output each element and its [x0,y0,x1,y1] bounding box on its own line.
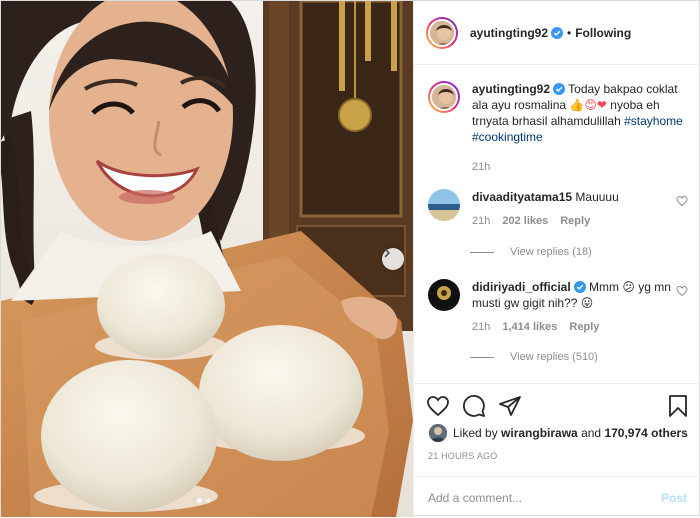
comment-input[interactable] [428,490,661,505]
hashtag-stayhome[interactable]: #stayhome [624,114,683,128]
view-replies-button[interactable]: View replies (18) [470,246,592,258]
liked-by-prefix: Liked by [453,426,498,440]
caption-username[interactable]: ayutingting92 [472,82,550,96]
comment-meta: 21h 1,414 likes Reply [472,319,690,335]
caption-time[interactable]: 21h [472,159,490,175]
chevron-right-icon [384,248,391,258]
liked-by: Liked by wirangbirawa and 170,974 others [429,424,688,442]
caption-body: ayutingting92 Today bakpao coklat ala ay… [472,81,690,175]
avatar-image [430,20,454,45]
carousel-dot-active [197,498,202,503]
comment-username[interactable]: didiriyadi_official [472,280,571,294]
avatar-image [428,189,460,221]
bookmark-icon[interactable] [666,394,690,418]
comment-row: didiriyadi_official Mmm 😕 yg mn musti gw… [428,279,690,335]
post-photo[interactable] [1,1,413,517]
caption-text: ayutingting92 Today bakpao coklat ala ay… [472,81,690,145]
verified-badge-icon [573,281,586,293]
carousel-dot [206,498,211,503]
comment-body: didiriyadi_official Mmm 😕 yg mn musti gw… [472,279,690,335]
post-comment-button[interactable]: Post [661,491,687,505]
heart-icon[interactable] [676,195,688,207]
post-timestamp[interactable]: 21 HOURS AGO [428,451,497,461]
share-icon[interactable] [498,394,522,418]
view-replies-label: View replies (18) [510,246,592,258]
avatar-image [428,279,460,311]
commenter-avatar[interactable] [428,189,460,221]
actions-section: Liked by wirangbirawa and 170,974 others… [414,383,700,517]
avatar-image [429,424,447,442]
comment-time[interactable]: 21h [472,213,490,229]
likes-others[interactable]: 170,974 others [604,426,687,440]
header-separator: • [567,25,572,40]
avatar-image [432,85,456,109]
view-replies-label: View replies (510) [510,351,598,363]
caption-meta: 21h [472,159,690,175]
replies-line [470,251,494,253]
instagram-post: ayutingting92 • Following ayutingting92 … [0,0,700,517]
hashtag-cookingtime[interactable]: #cookingtime [472,130,543,144]
heart-icon[interactable] [676,285,688,297]
replies-line [470,356,494,358]
comment-text: divaadityatama15 Mauuuu [472,189,690,205]
verified-badge-icon [553,83,566,95]
comment-row: divaadityatama15 Mauuuu 21h 202 likes Re… [428,189,690,229]
comments-section[interactable]: ayutingting92 Today bakpao coklat ala ay… [414,65,700,383]
caption-avatar[interactable] [428,81,460,113]
post-sidebar: ayutingting92 • Following ayutingting92 … [413,1,700,517]
liked-by-user[interactable]: wirangbirawa [501,426,578,440]
comment-text: didiriyadi_official Mmm 😕 yg mn musti gw… [472,279,690,311]
next-slide-button[interactable] [382,248,404,270]
add-comment-bar: Post [414,476,700,518]
comment-likes[interactable]: 1,414 likes [502,319,557,335]
carousel-indicator [197,498,211,503]
photo-illustration [1,1,413,517]
author-username[interactable]: ayutingting92 [470,26,548,40]
commenter-avatar[interactable] [428,279,460,311]
caption-row: ayutingting92 Today bakpao coklat ala ay… [428,81,690,175]
post-header: ayutingting92 • Following [414,1,700,65]
comment-username[interactable]: divaadityatama15 [472,190,572,204]
following-button[interactable]: Following [575,26,631,40]
comment-body: divaadityatama15 Mauuuu 21h 202 likes Re… [472,189,690,229]
verified-badge-icon [551,26,564,39]
liker-avatar[interactable] [429,424,447,442]
comment-meta: 21h 202 likes Reply [472,213,690,229]
caption-emoji: 👍😊❤ [569,98,607,112]
comment-likes[interactable]: 202 likes [502,213,548,229]
comment-time[interactable]: 21h [472,319,490,335]
reply-button[interactable]: Reply [569,319,599,335]
author-avatar[interactable] [426,16,458,49]
action-icons [426,394,690,418]
liked-by-joiner: and [581,426,602,440]
comment-icon[interactable] [462,394,486,418]
reply-button[interactable]: Reply [560,213,590,229]
heart-icon[interactable] [426,394,450,418]
header-user: ayutingting92 • Following [470,26,631,40]
comment-content: Mauuuu [575,190,619,204]
view-replies-button[interactable]: View replies (510) [470,351,598,363]
